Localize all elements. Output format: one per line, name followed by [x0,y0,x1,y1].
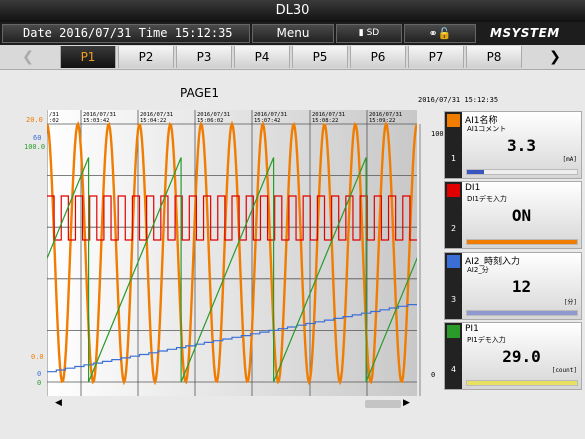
x-tick-label: 15:03:42 [83,118,110,124]
scroll-thumb[interactable] [365,400,401,408]
channel-body: AI1名称 AI1コメント 3.3 [mA] [462,112,581,178]
x-tick-label: 15:08:22 [312,118,339,124]
channel-color-swatch [447,255,460,268]
channel-comment: AI1コメント [467,125,507,133]
page-title: PAGE1 [180,86,219,100]
channel-side: 3 [445,253,462,319]
channel-unit: [mA] [562,156,577,163]
axis-label-green-top: 100.0 [24,143,46,151]
axis-label-blue-bottom: 0 [37,370,42,378]
channel-value: ON [511,206,532,225]
right-axis-top-label: 100 [431,130,444,138]
channel-unit: [count] [551,367,577,374]
channel-value: 3.3 [507,136,536,155]
channel-bar [466,169,578,175]
channel-side: 2 [445,182,462,248]
tab-p2[interactable]: P2 [118,46,174,68]
channel-number: 4 [450,365,457,374]
channel-panel-4[interactable]: 4 PI1 PI1デモ入力 29.0 [count] [444,322,582,390]
axis-label-orange-bottom: 0.0 [31,353,44,361]
channel-tag: DI1 [465,183,481,193]
right-axis-bottom-label: 0 [431,371,436,379]
trend-chart[interactable]: /31:02 2016/07/31 15:03:42 2016/07/31 15:04:… [47,110,417,396]
channel-color-swatch [447,184,460,197]
trend-chart-svg: /31:022016/07/3115:03:422016/07/3115:04:… [47,110,417,396]
channel-bar-fill [467,381,577,385]
channel-bar [466,239,578,245]
channel-panel-3[interactable]: 3 AI2_時刻入力 AI2_分 12 [分] [444,252,582,320]
channel-side: 1 [445,112,462,178]
channel-body: DI1 DI1デモ入力 ON [462,182,581,248]
axis-label-orange-top: 20.0 [26,116,43,124]
usb-icon: ⚭ [428,27,438,40]
series-line-channel-1 [47,120,417,386]
sd-card-icon: ▮ [358,28,364,38]
scroll-right-icon[interactable]: ▶ [403,398,410,408]
channel-panel-1[interactable]: 1 AI1名称 AI1コメント 3.3 [mA] [444,111,582,179]
channel-value: 12 [511,277,532,296]
tab-p1[interactable]: P1 [60,46,116,68]
channel-comment: DI1デモ入力 [467,195,507,203]
usb-lock-status: ⚭🔓 [404,24,476,43]
channel-number: 2 [450,224,457,233]
channel-body: PI1 PI1デモ入力 29.0 [count] [462,323,581,389]
series-line-channel-3 [47,304,417,373]
menu-button[interactable]: Menu [252,24,334,43]
channel-color-swatch [447,325,460,338]
x-tick-label: 15:07:42 [254,118,281,124]
next-page-arrow-icon[interactable]: ❯ [527,46,583,68]
sd-label: SD [366,28,380,38]
x-tick-label: 15:09:22 [369,118,396,124]
tab-p3[interactable]: P3 [176,46,232,68]
channel-body: AI2_時刻入力 AI2_分 12 [分] [462,253,581,319]
tab-p8[interactable]: P8 [466,46,522,68]
channel-number: 1 [450,154,457,163]
axis-label-green-bottom: 0 [37,379,42,387]
channel-panel-2[interactable]: 2 DI1 DI1デモ入力 ON [444,181,582,249]
channel-bar-fill [467,170,484,174]
lock-icon: 🔓 [437,27,452,40]
x-tick-label: 15:04:22 [140,118,167,124]
tab-p6[interactable]: P6 [350,46,406,68]
channel-comment: AI2_分 [467,266,489,274]
brand-logo: MSYSTEM [490,26,560,40]
tab-p7[interactable]: P7 [408,46,464,68]
window-title: DL30 [0,0,585,22]
channel-bar [466,310,578,316]
date-time-display: Date 2016/07/31 Time 15:12:35 [2,24,250,43]
scroll-left-icon[interactable]: ◀ [55,398,62,408]
x-tick-label: :02 [49,118,59,124]
trend-timestamp: 2016/07/31 15:12:35 [418,96,499,104]
chart-scrollbar[interactable]: ◀ ▶ [47,398,417,410]
channel-bar-fill [467,240,577,244]
channel-number: 3 [450,295,457,304]
channel-comment: PI1デモ入力 [467,336,506,344]
tab-p4[interactable]: P4 [234,46,290,68]
channel-side: 4 [445,323,462,389]
sd-card-status: ▮ SD [336,24,402,43]
axis-label-blue-top: 60 [33,134,42,142]
channel-tag: PI1 [465,324,479,334]
tab-p5[interactable]: P5 [292,46,348,68]
right-scale [418,124,432,396]
channel-unit: [分] [563,299,577,306]
status-bar: Date 2016/07/31 Time 15:12:35 Menu ▮ SD … [0,22,585,45]
prev-page-arrow-icon[interactable]: ❮ [0,46,56,68]
channel-bar [466,380,578,386]
channel-bar-fill [467,311,577,315]
page-tab-bar: ❮ P1 P2 P3 P4 P5 P6 P7 P8 ❯ [0,45,585,70]
channel-color-swatch [447,114,460,127]
channel-value: 29.0 [502,347,541,366]
